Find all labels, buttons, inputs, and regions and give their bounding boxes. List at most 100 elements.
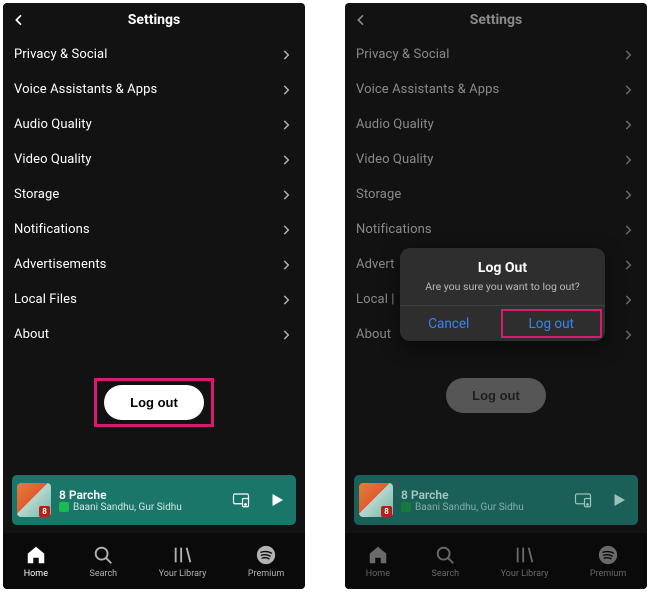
chevron-right-icon	[279, 188, 293, 202]
nav-search[interactable]: Search	[89, 544, 117, 579]
home-icon	[367, 544, 389, 566]
track-artist: Baani Sandhu, Gur Sidhu	[415, 502, 524, 513]
connect-devices-button	[574, 492, 592, 508]
settings-screen-right: Settings Privacy & Social Voice Assistan…	[345, 3, 647, 589]
connect-icon	[232, 492, 250, 508]
now-playing-bar[interactable]: 8 Parche Baani Sandhu, Gur Sidhu	[12, 475, 296, 525]
chevron-right-icon	[621, 118, 635, 132]
settings-item-label: Local Files	[14, 292, 77, 307]
settings-item-label: Privacy & Social	[356, 47, 449, 62]
nav-premium: Premium	[590, 544, 626, 579]
logout-dialog: Log Out Are you sure you want to log out…	[400, 248, 605, 341]
settings-item-voice-assistants[interactable]: Voice Assistants & Apps	[3, 72, 305, 107]
logout-area: Log out	[345, 378, 647, 413]
back-button[interactable]	[11, 3, 27, 37]
album-art	[17, 483, 51, 517]
album-art	[359, 483, 393, 517]
spotify-icon	[597, 544, 619, 566]
settings-item-label: Local |	[356, 292, 395, 307]
chevron-right-icon	[621, 293, 635, 307]
nav-home: Home	[366, 544, 390, 579]
chevron-left-icon	[353, 12, 369, 28]
settings-item-label: Audio Quality	[14, 117, 92, 132]
logout-area: Log out	[3, 378, 305, 427]
logout-button[interactable]: Log out	[104, 385, 204, 420]
settings-item-label: About	[14, 327, 49, 342]
chevron-right-icon	[279, 223, 293, 237]
nav-label: Search	[89, 569, 117, 579]
settings-item-local-files[interactable]: Local Files	[3, 282, 305, 317]
settings-item-storage[interactable]: Storage	[3, 177, 305, 212]
highlight-annotation: Log out	[94, 378, 214, 427]
play-button[interactable]	[268, 491, 286, 509]
chevron-right-icon	[621, 188, 635, 202]
logout-button: Log out	[446, 378, 546, 413]
settings-item-privacy-social: Privacy & Social	[345, 37, 647, 72]
settings-item-label: Video Quality	[356, 152, 434, 167]
home-icon	[25, 544, 47, 566]
settings-item-video-quality: Video Quality	[345, 142, 647, 177]
settings-item-label: Storage	[14, 187, 59, 202]
nav-label: Home	[24, 569, 48, 579]
nav-label: Your Library	[159, 569, 207, 579]
settings-item-about[interactable]: About	[3, 317, 305, 352]
settings-item-label: Privacy & Social	[14, 47, 107, 62]
chevron-right-icon	[279, 48, 293, 62]
bottom-nav: Home Search Your Library Premium	[345, 533, 647, 589]
connect-devices-button[interactable]	[232, 492, 250, 508]
settings-item-audio-quality: Audio Quality	[345, 107, 647, 142]
dialog-title: Log Out	[400, 260, 605, 276]
search-icon	[92, 544, 114, 566]
dialog-message: Are you sure you want to log out?	[400, 280, 605, 293]
chevron-right-icon	[279, 83, 293, 97]
chevron-right-icon	[279, 258, 293, 272]
nav-search: Search	[431, 544, 459, 579]
dialog-cancel-button[interactable]: Cancel	[400, 306, 498, 341]
play-icon	[610, 491, 628, 509]
settings-item-notifications: Notifications	[345, 212, 647, 247]
settings-item-label: Voice Assistants & Apps	[14, 82, 157, 97]
settings-item-label: Advertisements	[14, 257, 107, 272]
chevron-right-icon	[621, 153, 635, 167]
chevron-right-icon	[279, 153, 293, 167]
chevron-right-icon	[621, 48, 635, 62]
library-icon	[172, 544, 194, 566]
dialog-confirm-button[interactable]: Log out	[501, 309, 603, 338]
settings-item-audio-quality[interactable]: Audio Quality	[3, 107, 305, 142]
nav-home[interactable]: Home	[24, 544, 48, 579]
track-title: 8 Parche	[59, 488, 224, 502]
settings-item-video-quality[interactable]: Video Quality	[3, 142, 305, 177]
settings-item-label: Voice Assistants & Apps	[356, 82, 499, 97]
spotify-icon	[255, 544, 277, 566]
chevron-right-icon	[621, 83, 635, 97]
bottom-nav: Home Search Your Library Premium	[3, 533, 305, 589]
settings-item-label: About	[356, 327, 391, 342]
nav-label: Premium	[590, 569, 626, 579]
now-playing-bar: 8 Parche Baani Sandhu, Gur Sidhu	[354, 475, 638, 525]
chevron-left-icon	[11, 12, 27, 28]
settings-item-label: Advert	[356, 257, 395, 272]
settings-screen-left: Settings Privacy & Social Voice Assistan…	[3, 3, 305, 589]
nav-library[interactable]: Your Library	[159, 544, 207, 579]
settings-item-privacy-social[interactable]: Privacy & Social	[3, 37, 305, 72]
settings-item-storage: Storage	[345, 177, 647, 212]
chevron-right-icon	[279, 328, 293, 342]
header: Settings	[345, 3, 647, 37]
settings-item-label: Notifications	[356, 222, 432, 237]
now-playing-text: 8 Parche Baani Sandhu, Gur Sidhu	[401, 488, 566, 513]
play-button	[610, 491, 628, 509]
chevron-right-icon	[621, 258, 635, 272]
track-artist: Baani Sandhu, Gur Sidhu	[73, 502, 182, 513]
track-title: 8 Parche	[401, 488, 566, 502]
now-playing-text: 8 Parche Baani Sandhu, Gur Sidhu	[59, 488, 224, 513]
connect-icon	[574, 492, 592, 508]
nav-label: Search	[431, 569, 459, 579]
settings-item-notifications[interactable]: Notifications	[3, 212, 305, 247]
settings-item-label: Storage	[356, 187, 401, 202]
chevron-right-icon	[279, 293, 293, 307]
back-button[interactable]	[353, 3, 369, 37]
settings-item-advertisements[interactable]: Advertisements	[3, 247, 305, 282]
header: Settings	[3, 3, 305, 37]
nav-premium[interactable]: Premium	[248, 544, 284, 579]
settings-item-label: Video Quality	[14, 152, 92, 167]
